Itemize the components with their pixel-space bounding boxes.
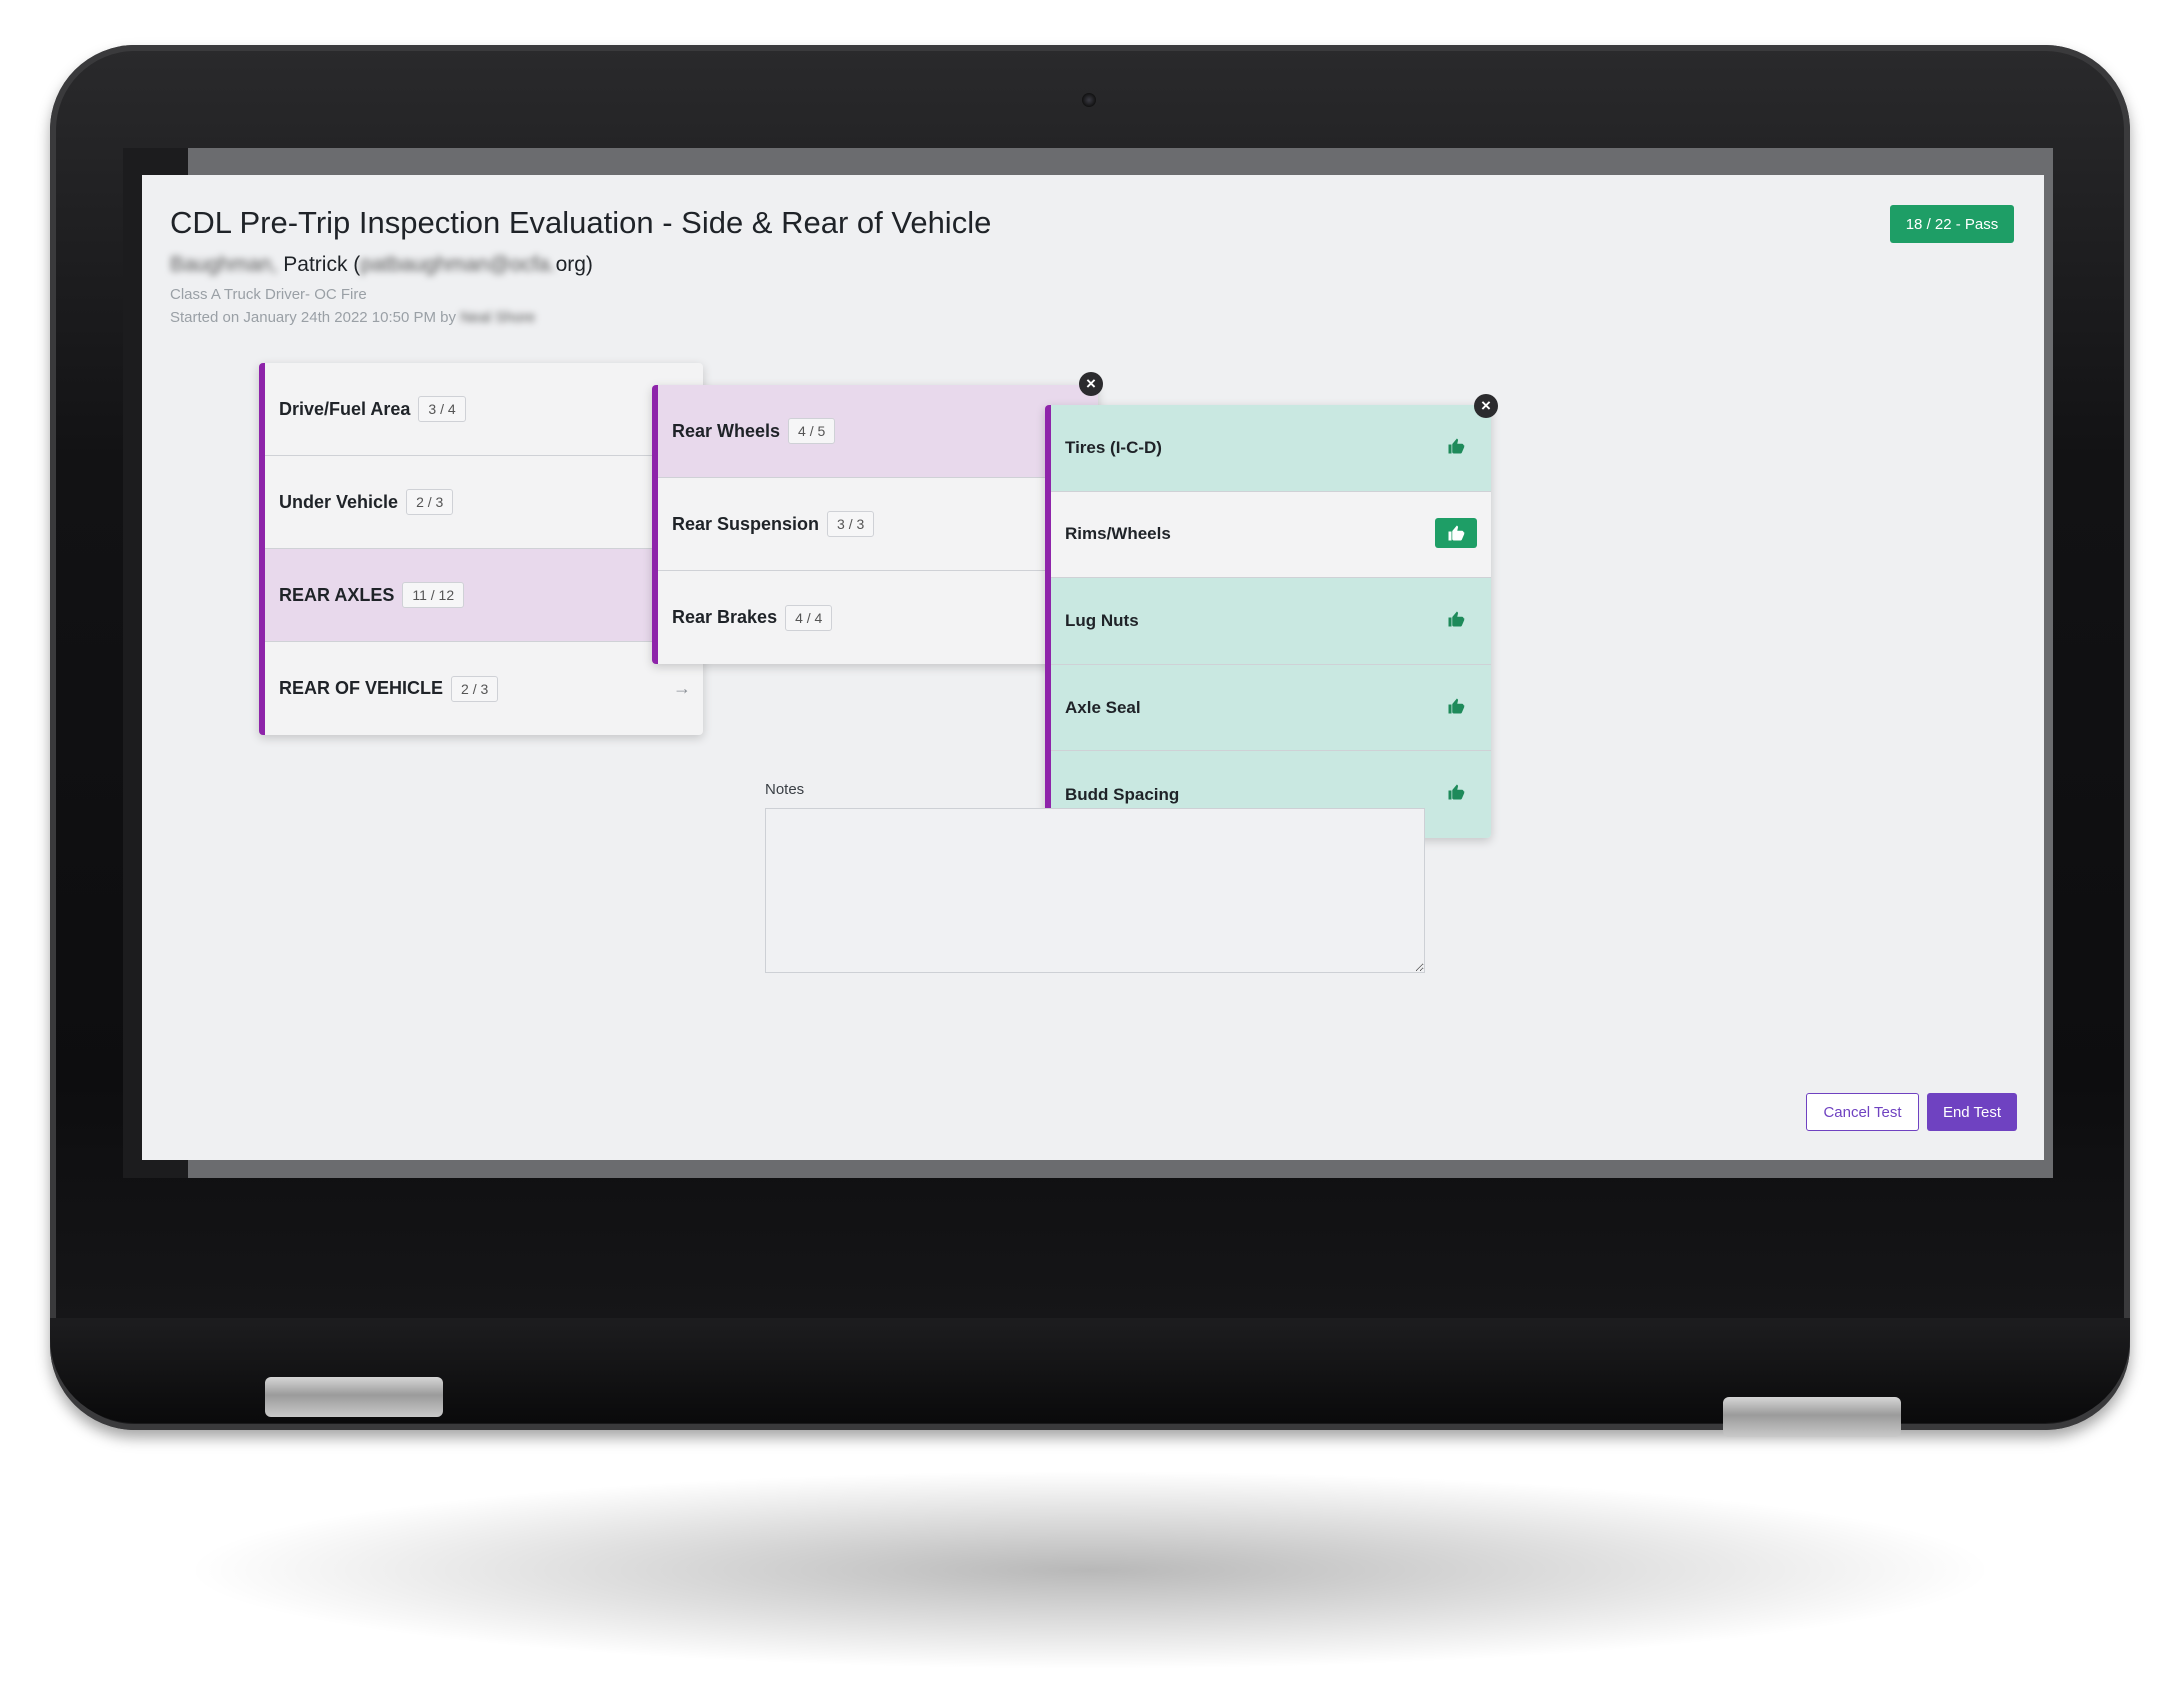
section-count-badge: 3 / 4 xyxy=(418,396,466,422)
item-axle-seal[interactable]: Axle Seal xyxy=(1051,664,1491,752)
user-email: patbaughman@ocfa. xyxy=(360,253,556,276)
section-item-drive-fuel-area[interactable]: Drive/Fuel Area 3 / 4 xyxy=(265,363,703,456)
notes-label: Notes xyxy=(765,781,805,798)
subsection-label: Rear Brakes xyxy=(672,607,778,627)
cancel-test-button[interactable]: Cancel Test xyxy=(1806,1093,1919,1131)
item-rims-wheels[interactable]: Rims/Wheels xyxy=(1051,491,1491,579)
notes-field[interactable] xyxy=(765,808,1425,973)
subsection-label: Rear Suspension xyxy=(672,513,820,534)
user-first-name: Patrick ( xyxy=(283,253,361,276)
page-title: CDL Pre-Trip Inspection Evaluation - Sid… xyxy=(170,205,992,240)
subsection-count-badge: 4 / 4 xyxy=(785,604,833,631)
item-label: Tires (I-C-D) xyxy=(1065,437,1162,457)
item-label: Budd Spacing xyxy=(1065,784,1180,804)
device-shadow xyxy=(180,1470,2000,1670)
hinge-right xyxy=(1723,1397,1901,1437)
end-test-button[interactable]: End Test xyxy=(1927,1093,2017,1131)
section-item-rear-axles[interactable]: REAR AXLES 11 / 12 xyxy=(265,549,703,642)
thumbs-up-icon[interactable] xyxy=(1445,608,1467,630)
score-badge: 18 / 22 - Pass xyxy=(1890,205,2014,243)
subsections-list: Rear Wheels 4 / 5 Rear Suspension 3 / 3 … xyxy=(652,385,1098,664)
evaluation-modal: CDL Pre-Trip Inspection Evaluation - Sid… xyxy=(142,175,2044,1160)
close-icon[interactable]: × xyxy=(1079,372,1103,396)
subsection-item-rear-brakes[interactable]: Rear Brakes 4 / 4 xyxy=(658,571,1098,664)
started-info: Started on January 24th 2022 10:50 PM by… xyxy=(170,309,535,326)
section-label: Drive/Fuel Area xyxy=(279,398,411,419)
item-label: Axle Seal xyxy=(1065,697,1141,717)
started-by: Neal Shore xyxy=(460,309,536,326)
hinge-left xyxy=(265,1377,443,1417)
section-count-badge: 2 / 3 xyxy=(451,675,499,702)
subsection-item-rear-wheels[interactable]: Rear Wheels 4 / 5 xyxy=(658,385,1098,478)
thumbs-up-icon[interactable] xyxy=(1445,435,1467,457)
subsection-label: Rear Wheels xyxy=(672,420,781,441)
close-icon[interactable]: × xyxy=(1474,394,1498,418)
item-label: Lug Nuts xyxy=(1065,610,1139,630)
started-prefix: Started on January 24th 2022 10:50 PM by xyxy=(170,309,457,326)
section-label: REAR AXLES xyxy=(279,584,395,605)
items-list: Tires (I-C-D) Rims/Wheels Lug Nuts Axle … xyxy=(1045,405,1491,838)
section-item-rear-of-vehicle[interactable]: REAR OF VEHICLE 2 / 3 → xyxy=(265,642,703,735)
thumbs-up-icon[interactable] xyxy=(1435,517,1477,548)
user-line: Baughman, Patrick (patbaughman@ocfa.org) xyxy=(170,253,593,277)
section-label: REAR OF VEHICLE xyxy=(279,678,444,698)
thumbs-up-icon[interactable] xyxy=(1445,781,1467,803)
user-role: Class A Truck Driver- OC Fire xyxy=(170,286,367,303)
user-email-tail: org) xyxy=(555,253,593,276)
section-label: Under Vehicle xyxy=(279,491,399,512)
item-lug-nuts[interactable]: Lug Nuts xyxy=(1051,578,1491,665)
item-tires[interactable]: Tires (I-C-D) xyxy=(1051,405,1491,492)
subsection-item-rear-suspension[interactable]: Rear Suspension 3 / 3 xyxy=(658,478,1098,571)
subsection-count-badge: 4 / 5 xyxy=(788,418,836,444)
thumbs-up-icon[interactable] xyxy=(1445,695,1467,717)
section-count-badge: 11 / 12 xyxy=(402,582,465,608)
section-count-badge: 2 / 3 xyxy=(406,489,454,515)
user-last-name: Baughman, xyxy=(170,253,278,276)
sections-list: Drive/Fuel Area 3 / 4 Under Vehicle 2 / … xyxy=(259,363,703,735)
arrow-right-icon: → xyxy=(673,678,691,698)
section-item-under-vehicle[interactable]: Under Vehicle 2 / 3 xyxy=(265,456,703,549)
subsection-count-badge: 3 / 3 xyxy=(827,511,875,537)
camera-icon xyxy=(1082,93,1096,107)
item-label: Rims/Wheels xyxy=(1065,524,1171,544)
